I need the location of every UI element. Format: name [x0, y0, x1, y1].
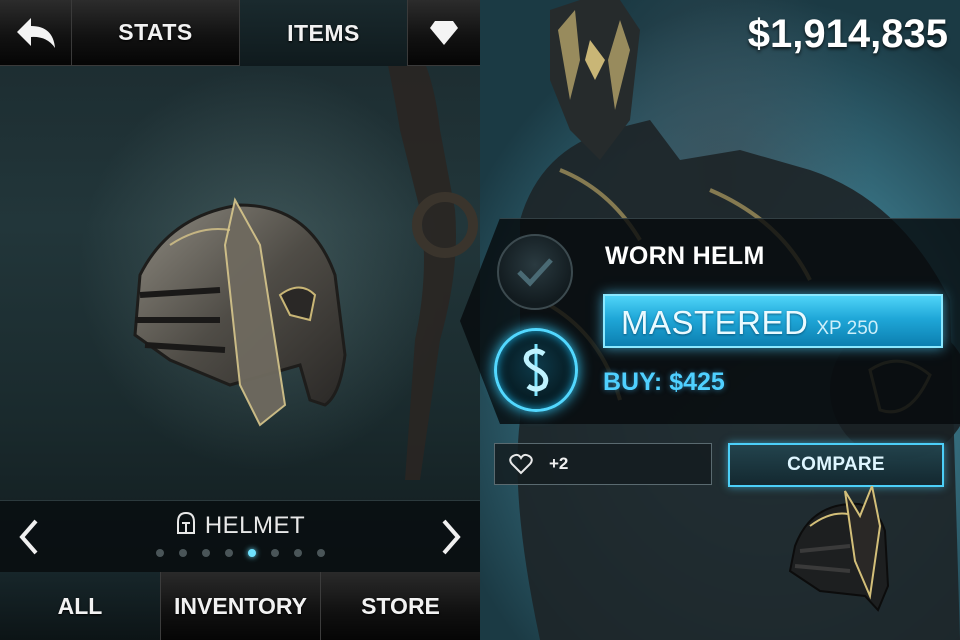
tab-inventory[interactable]: INVENTORY — [160, 572, 320, 640]
page-dot — [178, 549, 187, 557]
heart-icon — [509, 453, 533, 475]
mastery-status-bar: MASTERED XP 250 — [603, 294, 943, 348]
page-dot — [293, 549, 302, 557]
mastery-xp: XP 250 — [816, 318, 879, 339]
mastery-status: MASTERED — [621, 304, 809, 341]
top-tab-bar: STATS ITEMS — [0, 0, 480, 66]
buy-button[interactable] — [494, 328, 578, 412]
tab-inventory-label: INVENTORY — [174, 592, 307, 619]
like-button[interactable]: +2 — [494, 443, 712, 485]
like-count: +2 — [549, 454, 569, 473]
page-dot — [155, 549, 164, 557]
equip-button[interactable] — [497, 234, 573, 310]
item-name: WORN HELM — [605, 242, 765, 270]
tab-items-label: ITEMS — [287, 19, 360, 46]
page-dot — [316, 549, 325, 557]
page-dot — [201, 549, 210, 557]
checkmark-icon — [517, 258, 553, 287]
page-dot — [270, 549, 279, 557]
category-selector: HELMET — [0, 500, 480, 572]
weapon-blade — [380, 20, 478, 480]
tab-store[interactable]: STORE — [320, 572, 480, 640]
buy-price[interactable]: BUY: $425 — [603, 368, 725, 397]
tab-store-label: STORE — [361, 592, 440, 619]
helmet-icon — [176, 511, 195, 534]
category-title: HELMET — [0, 511, 480, 540]
next-category-arrow-icon[interactable] — [436, 517, 464, 557]
back-button[interactable] — [0, 0, 72, 66]
page-dot — [224, 549, 233, 557]
diamond-icon — [430, 20, 458, 45]
page-dot-active — [247, 549, 256, 557]
category-page-indicator — [0, 549, 480, 557]
tab-items[interactable]: ITEMS — [240, 0, 408, 66]
dollar-icon — [523, 344, 549, 396]
helmet-thumbnail-image — [788, 486, 890, 612]
compare-label: COMPARE — [787, 454, 885, 475]
tab-all-label: ALL — [57, 592, 103, 619]
compare-button[interactable]: COMPARE — [728, 443, 944, 487]
tab-stats-label: STATS — [118, 19, 193, 45]
filter-tab-bar: ALL INVENTORY STORE — [0, 572, 480, 640]
gems-button[interactable] — [408, 0, 480, 66]
category-label: HELMET — [204, 512, 306, 539]
helmet-preview-image — [133, 197, 347, 427]
tab-stats[interactable]: STATS — [72, 0, 240, 66]
back-arrow-icon — [16, 17, 55, 48]
currency-balance: $1,914,835 — [747, 12, 948, 56]
tab-all[interactable]: ALL — [0, 572, 160, 640]
